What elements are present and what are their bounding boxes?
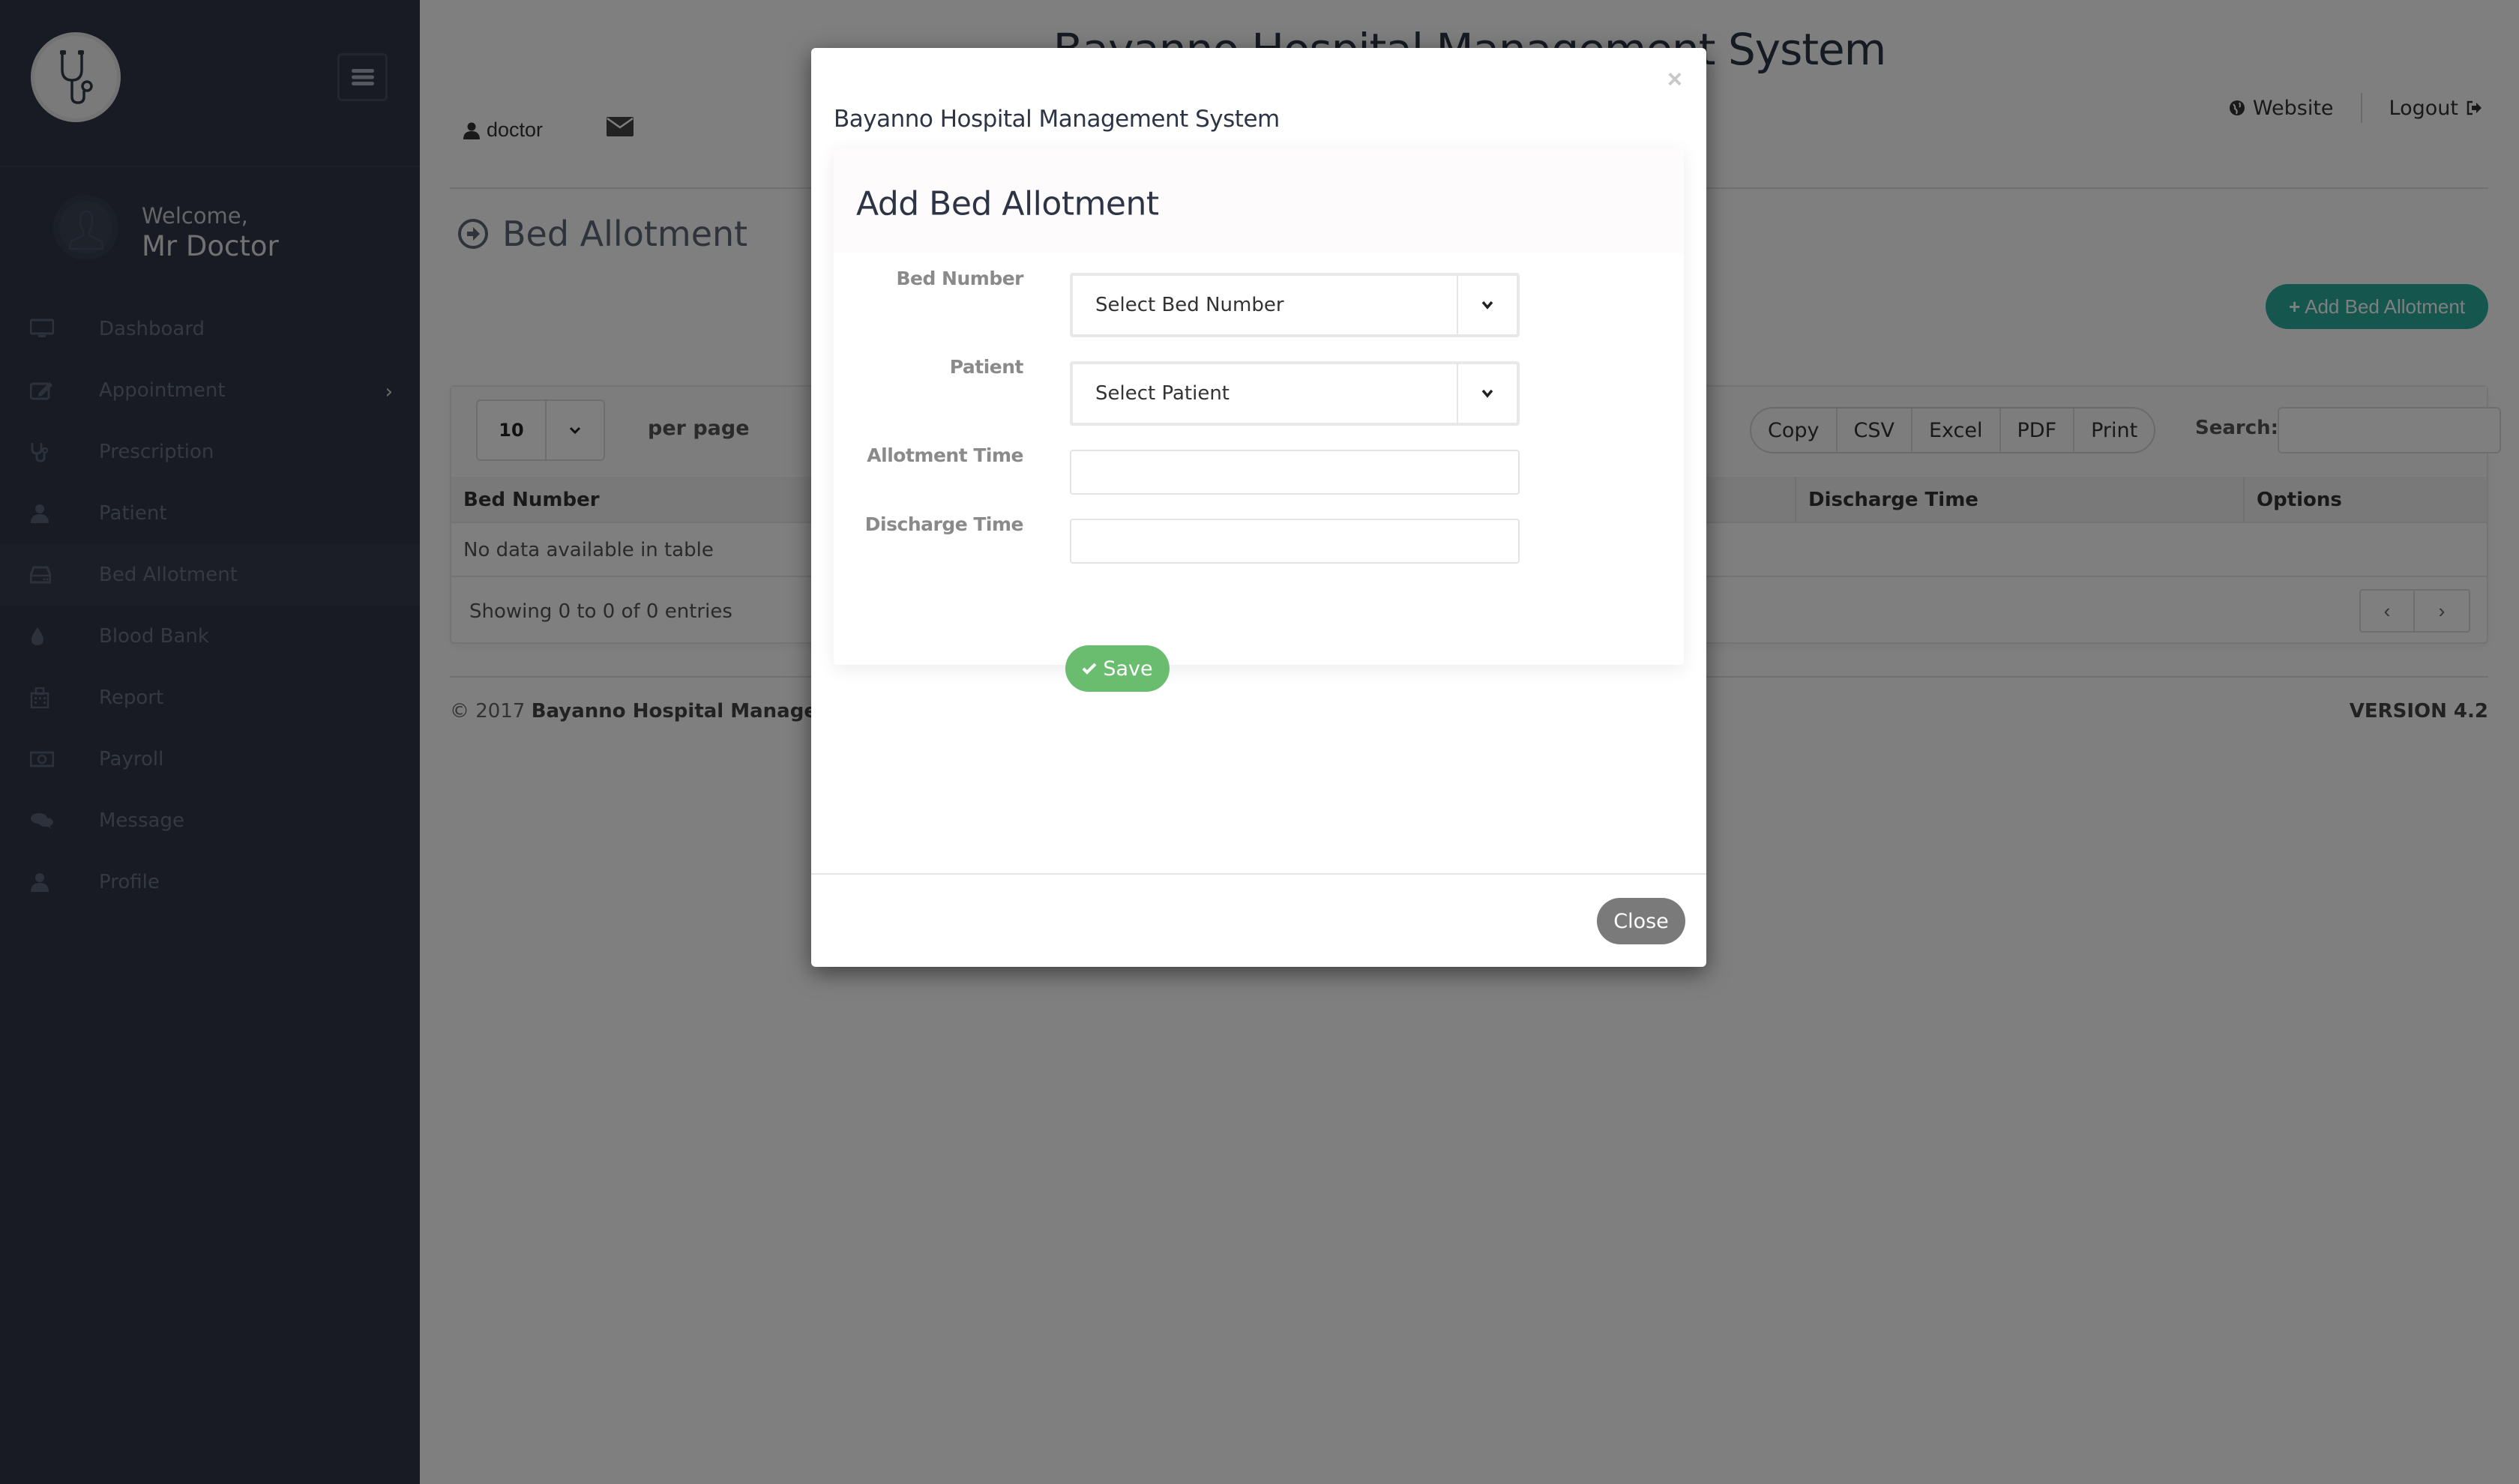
bed-number-value: Select Bed Number bbox=[1095, 294, 1284, 316]
allotment-time-input[interactable] bbox=[1070, 450, 1520, 495]
save-button[interactable]: Save bbox=[1065, 645, 1170, 692]
close-icon[interactable]: × bbox=[1667, 64, 1682, 94]
chevron-down-icon bbox=[1457, 364, 1517, 423]
discharge-time-label: Discharge Time bbox=[864, 513, 1024, 535]
allotment-time-label: Allotment Time bbox=[867, 444, 1023, 466]
form-header: Add Bed Allotment bbox=[834, 148, 1684, 253]
patient-label: Patient bbox=[949, 356, 1024, 378]
modal-title: Bayanno Hospital Management System bbox=[834, 106, 1280, 133]
patient-select[interactable]: Select Patient bbox=[1070, 361, 1520, 426]
add-bed-allotment-form: Add Bed Allotment Bed Number Select Bed … bbox=[834, 148, 1684, 692]
patient-value: Select Patient bbox=[1095, 382, 1230, 405]
bed-number-select[interactable]: Select Bed Number bbox=[1070, 273, 1520, 337]
add-bed-allotment-modal: Bayanno Hospital Management System × Add… bbox=[811, 48, 1706, 967]
check-icon bbox=[1082, 663, 1097, 675]
modal-footer-divider bbox=[811, 873, 1706, 875]
chevron-down-icon bbox=[1457, 276, 1517, 334]
save-label: Save bbox=[1103, 657, 1153, 681]
close-button[interactable]: Close bbox=[1597, 898, 1685, 944]
bed-number-label: Bed Number bbox=[896, 268, 1023, 289]
discharge-time-input[interactable] bbox=[1070, 519, 1520, 564]
form-title: Add Bed Allotment bbox=[856, 184, 1159, 223]
